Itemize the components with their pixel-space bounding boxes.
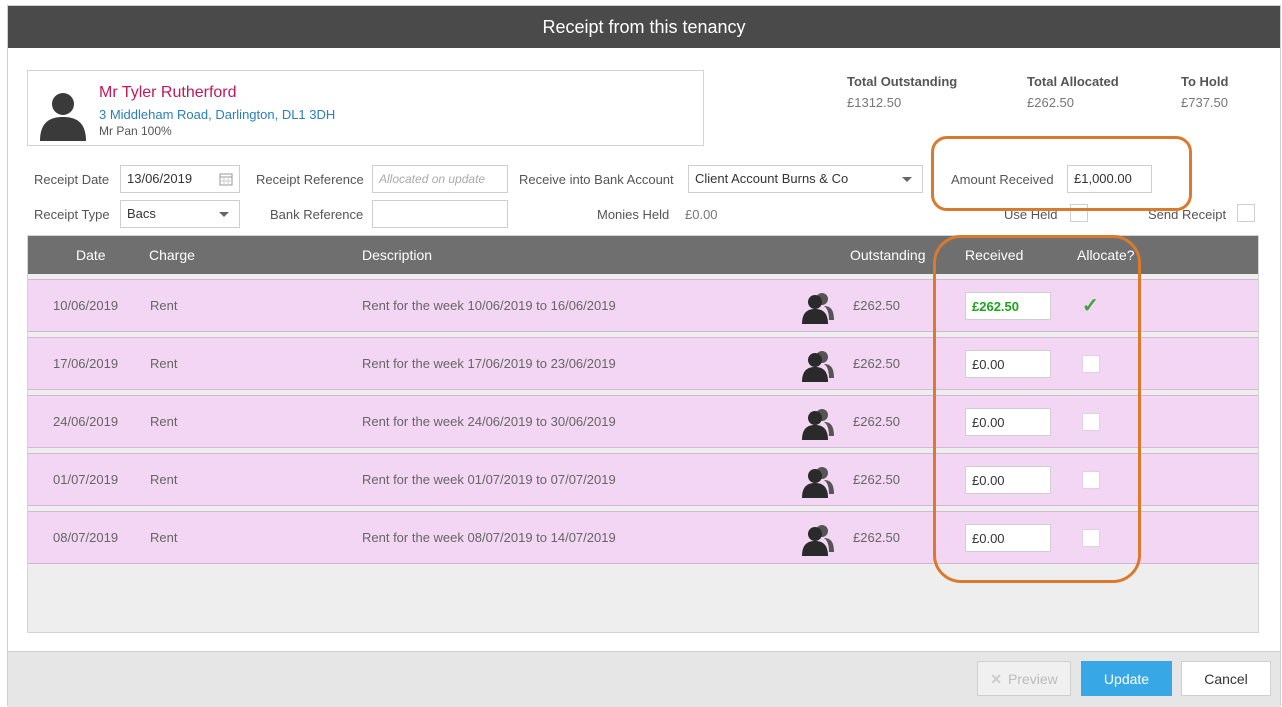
people-icon <box>802 525 834 556</box>
monies-held-value: £0.00 <box>685 207 718 222</box>
receipt-type-select[interactable]: Bacs <box>120 200 240 228</box>
preview-label: Preview <box>1007 671 1058 687</box>
column-outstanding[interactable]: Outstanding <box>850 247 926 263</box>
close-icon: ✕ <box>990 671 1002 687</box>
to-hold-value: £737.50 <box>1181 95 1228 110</box>
to-hold-label: To Hold <box>1181 74 1229 89</box>
row-description: Rent for the week 10/06/2019 to 16/06/20… <box>362 298 616 313</box>
row-charge: Rent <box>150 298 178 313</box>
receipt-type-label: Receipt Type <box>34 207 110 222</box>
bank-reference-input[interactable] <box>372 200 508 228</box>
receipt-reference-input[interactable]: Allocated on update <box>372 165 508 193</box>
total-outstanding-label: Total Outstanding <box>847 74 958 89</box>
people-icon <box>802 351 834 382</box>
monies-held-label: Monies Held <box>597 207 670 222</box>
receipt-date-input[interactable]: 13/06/2019 <box>120 165 240 193</box>
row-outstanding: £262.50 <box>853 414 900 429</box>
calendar-icon[interactable] <box>219 172 233 186</box>
chevron-down-icon <box>219 212 229 217</box>
receipt-date-label: Receipt Date <box>34 172 110 187</box>
row-outstanding: £262.50 <box>853 298 900 313</box>
tenant-share: Mr Pan 100% <box>99 124 172 138</box>
row-date: 10/06/2019 <box>53 298 119 313</box>
receipt-reference-label: Receipt Reference <box>256 172 364 187</box>
row-description: Rent for the week 01/07/2019 to 07/07/20… <box>362 472 616 487</box>
row-charge: Rent <box>150 472 178 487</box>
people-icon <box>802 293 834 324</box>
row-charge: Rent <box>150 530 178 545</box>
bank-account-value: Client Account Burns & Co <box>695 171 849 186</box>
row-outstanding: £262.50 <box>853 356 900 371</box>
row-date: 01/07/2019 <box>53 472 119 487</box>
amount-received-highlight <box>931 136 1192 211</box>
to-hold: To Hold £737.50 <box>1181 74 1228 110</box>
row-outstanding: £262.50 <box>853 472 900 487</box>
total-allocated-label: Total Allocated <box>1027 74 1119 89</box>
send-receipt-checkbox[interactable] <box>1237 204 1255 222</box>
total-outstanding-value: £1312.50 <box>847 95 902 110</box>
bank-account-label: Receive into Bank Account <box>519 172 674 187</box>
row-outstanding: £262.50 <box>853 530 900 545</box>
person-icon <box>40 93 86 141</box>
column-charge[interactable]: Charge <box>149 247 195 263</box>
total-allocated: Total Allocated £262.50 <box>1027 74 1119 110</box>
row-date: 24/06/2019 <box>53 414 119 429</box>
row-description: Rent for the week 17/06/2019 to 23/06/20… <box>362 356 616 371</box>
row-charge: Rent <box>150 356 178 371</box>
people-icon <box>802 409 834 440</box>
receipt-type-value: Bacs <box>127 206 156 221</box>
update-button[interactable]: Update <box>1081 661 1172 696</box>
people-icon <box>802 467 834 498</box>
tenant-address[interactable]: 3 Middleham Road, Darlington, DL1 3DH <box>99 107 335 122</box>
row-description: Rent for the week 08/07/2019 to 14/07/20… <box>362 530 616 545</box>
dialog-title: Receipt from this tenancy <box>8 6 1280 48</box>
chevron-down-icon <box>902 177 912 182</box>
tenant-name[interactable]: Mr Tyler Rutherford <box>99 84 237 102</box>
row-date: 08/07/2019 <box>53 530 119 545</box>
row-date: 17/06/2019 <box>53 356 119 371</box>
column-description[interactable]: Description <box>362 247 432 263</box>
bank-account-select[interactable]: Client Account Burns & Co <box>688 165 923 193</box>
tenant-card: Mr Tyler Rutherford 3 Middleham Road, Da… <box>27 70 704 146</box>
receipt-date-value: 13/06/2019 <box>127 171 193 186</box>
bank-reference-label: Bank Reference <box>270 207 364 222</box>
dialog-footer: ✕ Preview Update Cancel <box>8 651 1280 707</box>
total-allocated-value: £262.50 <box>1027 95 1074 110</box>
cancel-button[interactable]: Cancel <box>1181 661 1271 696</box>
row-description: Rent for the week 24/06/2019 to 30/06/20… <box>362 414 616 429</box>
received-column-highlight <box>933 235 1141 583</box>
total-outstanding: Total Outstanding £1312.50 <box>847 74 957 110</box>
row-charge: Rent <box>150 414 178 429</box>
receipt-dialog: Receipt from this tenancy Mr Tyler Ruthe… <box>7 5 1281 707</box>
preview-button[interactable]: ✕ Preview <box>977 661 1071 696</box>
column-date[interactable]: Date <box>76 247 106 263</box>
